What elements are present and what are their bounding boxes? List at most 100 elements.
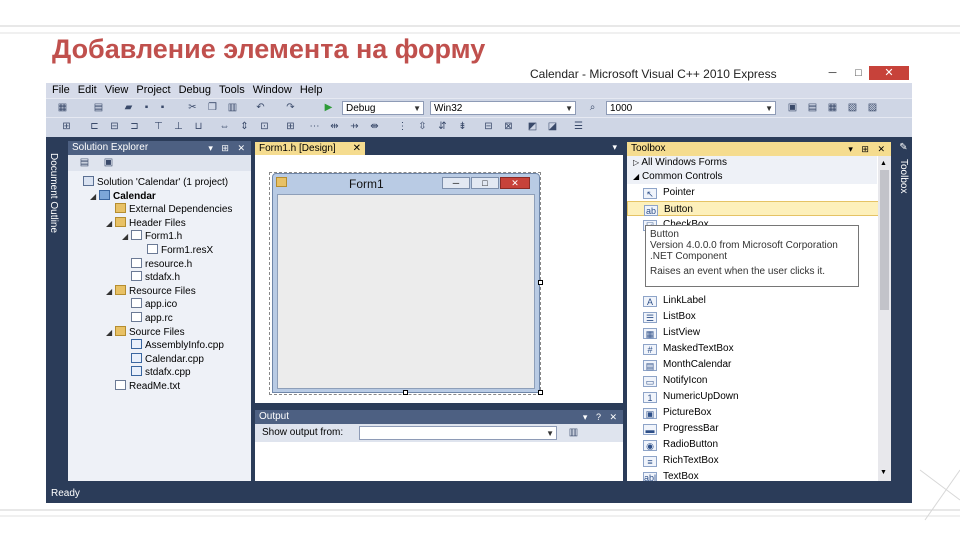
tree-item[interactable]: Solution 'Calendar' (1 project): [74, 176, 228, 189]
toolbox-item-monthcalendar[interactable]: ▤ MonthCalendar: [627, 357, 879, 372]
copy-icon[interactable]: ❐: [206, 102, 219, 114]
pin-icon[interactable]: ✎: [895, 142, 912, 156]
output-source-select[interactable]: ▼: [359, 426, 557, 440]
properties-toolbar-icon[interactable]: ▤: [806, 102, 819, 114]
toolbox-group-common[interactable]: ◢ Common Controls: [627, 170, 877, 184]
tree-item[interactable]: app.rc: [122, 312, 173, 325]
expand-arrow-icon[interactable]: ◢: [106, 217, 115, 230]
align-lefts-icon[interactable]: ⊏: [88, 121, 101, 133]
make-same-height-icon[interactable]: ⇕: [238, 121, 251, 133]
document-outline-tab[interactable]: Document Outline: [48, 153, 59, 233]
align-grid-icon[interactable]: ⊞: [60, 121, 73, 133]
tree-item[interactable]: Form1.resX: [138, 244, 213, 257]
toolbox-item-notifyicon[interactable]: ▭ NotifyIcon: [627, 373, 879, 388]
align-middles-icon[interactable]: ⊥: [172, 121, 185, 133]
menu-window[interactable]: Window: [249, 83, 296, 96]
minimize-button[interactable]: ─: [824, 66, 841, 80]
toolbox-scrollbar[interactable]: ▲ ▼: [878, 156, 891, 481]
scroll-down-icon[interactable]: ▼: [880, 469, 887, 476]
form-client-area[interactable]: [277, 194, 535, 389]
toolbox-item-richtextbox[interactable]: ≡ RichTextBox: [627, 453, 879, 468]
open-file-icon[interactable]: ▰: [122, 102, 135, 114]
tree-item[interactable]: resource.h: [122, 257, 192, 271]
tree-item[interactable]: stdafx.cpp: [122, 366, 191, 379]
align-bottoms-icon[interactable]: ⊔: [192, 121, 205, 133]
decrease-vspacing-icon[interactable]: ⇵: [436, 121, 449, 133]
toolbox-item-linklabel[interactable]: A LinkLabel: [627, 293, 879, 308]
redo-icon[interactable]: ↷: [284, 102, 297, 114]
tab-dropdown-icon[interactable]: ▾: [612, 142, 617, 153]
menu-view[interactable]: View: [101, 83, 133, 96]
align-centers-icon[interactable]: ⊟: [108, 121, 121, 133]
send-to-back-icon[interactable]: ◪: [546, 121, 559, 133]
toolbox-item-maskedtextbox[interactable]: # MaskedTextBox: [627, 341, 879, 356]
output-window-buttons[interactable]: ▾ ? ✕: [583, 410, 620, 424]
tab-order-icon[interactable]: ☰: [572, 121, 585, 133]
expand-arrow-icon[interactable]: ◢: [106, 326, 115, 339]
find-combo[interactable]: 1000 ▼: [606, 101, 776, 115]
configuration-select[interactable]: Debug ▼: [342, 101, 424, 115]
solution-explorer-toolbar-icon[interactable]: ▣: [786, 102, 799, 114]
tree-item[interactable]: app.ico: [122, 298, 177, 311]
align-rights-icon[interactable]: ⊐: [128, 121, 141, 133]
remove-vspacing-icon[interactable]: ⇟: [456, 121, 469, 133]
toolbox-item-numericupdown[interactable]: 1 NumericUpDown: [627, 389, 879, 404]
center-horizontally-icon[interactable]: ⊟: [482, 121, 495, 133]
tree-item[interactable]: ◢ Source Files: [106, 325, 185, 339]
undo-icon[interactable]: ↶: [254, 102, 267, 114]
find-in-files-icon[interactable]: ⌕: [586, 102, 599, 114]
menu-file[interactable]: File: [48, 83, 74, 96]
resize-handle-corner[interactable]: [538, 390, 543, 395]
toolbox-item-button[interactable]: ab Button: [627, 201, 879, 216]
extension-icon[interactable]: ▨: [866, 102, 879, 114]
size-to-grid-icon[interactable]: ⊞: [284, 121, 297, 133]
increase-vspacing-icon[interactable]: ⇳: [416, 121, 429, 133]
cut-icon[interactable]: ✂: [186, 102, 199, 114]
toolbox-toolbar-icon[interactable]: ▧: [846, 102, 859, 114]
expand-arrow-icon[interactable]: ◢: [122, 230, 131, 243]
maximize-button[interactable]: □: [850, 66, 867, 80]
toolbox-item-textbox[interactable]: abl TextBox: [627, 469, 879, 481]
toolbox-item-radiobutton[interactable]: ◉ RadioButton: [627, 437, 879, 452]
menu-edit[interactable]: Edit: [74, 83, 101, 96]
increase-spacing-icon[interactable]: ⇹: [328, 121, 341, 133]
expand-arrow-icon[interactable]: ◢: [90, 190, 99, 203]
menu-help[interactable]: Help: [296, 83, 327, 96]
new-project-icon[interactable]: ▦: [56, 102, 69, 114]
resize-handle-right[interactable]: [538, 280, 543, 285]
show-all-files-icon[interactable]: ▣: [102, 157, 115, 169]
tree-item[interactable]: External Dependencies: [106, 203, 232, 216]
close-window-button[interactable]: ✕: [869, 66, 909, 80]
horizontal-spacing-icon[interactable]: ⋯: [308, 121, 321, 133]
save-icon[interactable]: ▪: [140, 102, 153, 114]
tree-item[interactable]: Calendar.cpp: [122, 352, 204, 366]
clear-output-icon[interactable]: ▥: [567, 427, 580, 439]
align-tops-icon[interactable]: ⊤: [152, 121, 165, 133]
vertical-spacing-icon[interactable]: ⋮: [396, 121, 409, 133]
make-same-size-icon[interactable]: ⊡: [258, 121, 271, 133]
tree-item[interactable]: ◢ Header Files: [106, 216, 186, 230]
add-item-icon[interactable]: ▤: [92, 102, 105, 114]
tab-close-icon[interactable]: ✕: [353, 142, 361, 156]
bring-to-front-icon[interactable]: ◩: [526, 121, 539, 133]
remove-spacing-icon[interactable]: ⇼: [368, 121, 381, 133]
decrease-spacing-icon[interactable]: ⇸: [348, 121, 361, 133]
tree-item[interactable]: ◢ Resource Files: [106, 284, 196, 298]
toolbox-window-buttons[interactable]: ▾ ⊞ ✕: [848, 142, 888, 156]
menu-debug[interactable]: Debug: [175, 83, 215, 96]
tree-item[interactable]: ◢ Form1.h: [122, 230, 182, 243]
toolbox-item-pointer[interactable]: ↖ Pointer: [627, 185, 879, 200]
properties-icon[interactable]: ▤: [78, 157, 91, 169]
make-same-width-icon[interactable]: ⇔: [218, 121, 231, 133]
toolbox-item-listbox[interactable]: ☰ ListBox: [627, 309, 879, 324]
tree-item[interactable]: stdafx.h: [122, 271, 180, 284]
toolbox-side-tab[interactable]: Toolbox: [898, 159, 909, 193]
toolbox-group-all[interactable]: ▷ All Windows Forms: [627, 156, 877, 170]
center-vertically-icon[interactable]: ⊠: [502, 121, 515, 133]
tree-item[interactable]: ReadMe.txt: [106, 380, 180, 393]
solution-explorer-window-buttons[interactable]: ▾ ⊞ ✕: [208, 141, 248, 155]
tab-form1-design[interactable]: Form1.h [Design] ✕: [255, 142, 365, 155]
form1-window[interactable]: Form1 ─ □ ✕: [272, 173, 540, 393]
start-debugging-icon[interactable]: ▶: [322, 102, 335, 114]
toolbox-item-progressbar[interactable]: ▬ ProgressBar: [627, 421, 879, 436]
